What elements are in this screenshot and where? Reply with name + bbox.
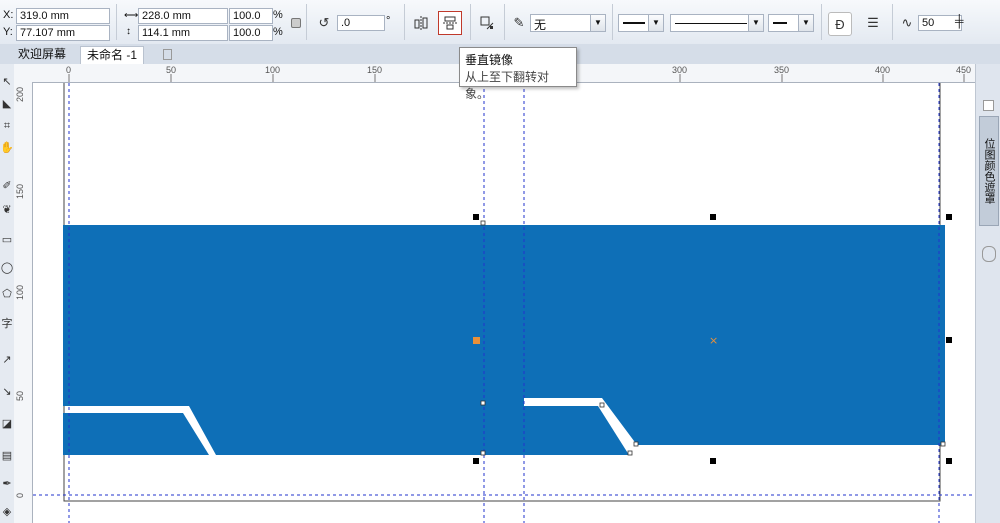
outline-width-value: 无 [534, 18, 547, 32]
wrap-text-button[interactable]: ☰ [862, 12, 884, 34]
text-tool-icon[interactable]: 字 [0, 316, 14, 332]
arrow-line-icon [623, 22, 645, 24]
ruler-tick-label: 0 [15, 492, 25, 498]
rectangle-tool-icon[interactable]: ▭ [0, 232, 14, 248]
right-blue-shape-lower [524, 406, 629, 455]
convert-to-curves-button[interactable] [476, 12, 498, 34]
height-icon: ↕ [126, 26, 131, 37]
ruler-tick-label: 350 [774, 65, 790, 75]
mirror-horizontal-button[interactable] [410, 12, 432, 34]
scale-x-field[interactable]: 100.0 [229, 8, 273, 24]
mirror-horizontal-icon [414, 16, 428, 30]
fill-tool-icon[interactable]: ◈ [0, 504, 14, 520]
mirror-vertical-icon [443, 16, 457, 30]
tooltip-title: 垂直镜像 [465, 53, 514, 67]
connector-tool-icon[interactable]: ↘ [0, 384, 14, 400]
separator [504, 4, 505, 40]
tooltip-description: 从上至下翻转对象。 [465, 70, 550, 101]
smoothing-value: 50 [922, 17, 935, 29]
drawing-canvas[interactable]: × [33, 83, 975, 523]
polygon-tool-icon[interactable]: ⬠ [0, 286, 14, 302]
rotation-field[interactable]: .0 [337, 15, 385, 31]
ellipse-tool-icon[interactable]: ◯ [0, 260, 14, 276]
lock-ratio-icon[interactable] [291, 18, 301, 28]
chevron-down-icon: ▼ [590, 15, 605, 31]
eyedropper-tool-icon[interactable]: ✒ [0, 476, 14, 492]
height-field[interactable]: 114.1 mm [138, 25, 228, 41]
mirror-vertical-button[interactable] [438, 11, 462, 35]
rotation-center-marker: × [709, 334, 718, 347]
ruler-tick-label: 50 [15, 390, 25, 401]
chevron-down-icon: ▼ [798, 15, 813, 31]
line-style-icon [675, 23, 747, 24]
separator [404, 4, 405, 40]
scale-y-field[interactable]: 100.0 [229, 25, 273, 41]
separator [821, 4, 822, 40]
freehand-tool-icon[interactable]: ✐ [0, 178, 14, 194]
crop-tool-icon[interactable]: ⌗ [0, 118, 14, 134]
wrap-text-icon: ☰ [867, 15, 879, 30]
close-path-icon: Ɖ [835, 16, 845, 32]
right-docker: 位图颜色遮罩 [975, 64, 1000, 523]
center-marker [473, 337, 480, 344]
ruler-tick-label: 150 [367, 65, 383, 75]
end-arrow-dropdown[interactable]: ▼ [768, 14, 814, 32]
property-bar: X: 319.0 mm Y: 77.107 mm ⟷ 228.0 mm ↕ 11… [0, 0, 1000, 45]
ruler-tick-label: 100 [15, 284, 25, 300]
pan-tool-icon[interactable]: ✋ [0, 140, 14, 156]
percent-label: % [273, 26, 283, 38]
degree-label: ° [386, 15, 391, 27]
new-tab-icon[interactable] [163, 49, 172, 60]
separator [892, 4, 893, 40]
arrow-line-icon [773, 22, 787, 24]
separator [116, 4, 117, 40]
docker-collapse-icon[interactable] [983, 100, 994, 111]
ruler-tick-label: 50 [166, 65, 177, 75]
vertical-ruler[interactable]: 200 150 100 50 0 [14, 82, 33, 523]
ruler-tick-label: 0 [66, 65, 72, 75]
y-label: Y: [3, 26, 13, 38]
start-arrow-dropdown[interactable]: ▼ [618, 14, 664, 32]
convert-curves-icon [480, 16, 494, 30]
separator [612, 4, 613, 40]
docker-info-icon[interactable] [982, 246, 996, 262]
ruler-tick-label: 150 [15, 183, 25, 199]
close-path-button[interactable]: Ɖ [828, 12, 852, 36]
interactive-tool-icon[interactable]: ◪ [0, 416, 14, 432]
width-icon: ⟷ [124, 10, 139, 21]
separator [470, 4, 471, 40]
x-label: X: [3, 9, 14, 21]
transparency-tool-icon[interactable]: ▤ [0, 448, 14, 464]
artistic-media-icon[interactable]: ❦ [0, 202, 14, 218]
canvas-artwork: × [33, 83, 975, 523]
ruler-tick-label: 100 [265, 65, 281, 75]
left-blue-shape-lower [63, 413, 209, 455]
shape-tool-icon[interactable]: ◣ [0, 96, 14, 112]
tooltip: 垂直镜像 从上至下翻转对象。 [459, 47, 577, 101]
x-position-field[interactable]: 319.0 mm [16, 8, 110, 24]
y-position-field[interactable]: 77.107 mm [16, 25, 110, 41]
ruler-tick-label: 200 [15, 86, 25, 102]
pick-tool-icon[interactable]: ↖ [0, 74, 14, 90]
ruler-tick-label: 400 [875, 65, 891, 75]
separator [306, 4, 307, 40]
chevron-down-icon: ▼ [648, 15, 663, 31]
slider-toggle-icon[interactable]: ╪ [955, 14, 964, 28]
ruler-tick-label: 450 [956, 65, 972, 75]
outline-pen-icon: ✎ [513, 15, 525, 30]
tab-welcome-screen[interactable]: 欢迎屏幕 [12, 46, 72, 63]
tab-bitmap-color-mask[interactable]: 位图颜色遮罩 [979, 116, 999, 226]
toolbox: ↖ ◣ ⌗ ✋ ✐ ❦ ▭ ◯ ⬠ 字 ↗ ↘ ◪ ▤ ✒ ◈ [0, 64, 15, 523]
width-field[interactable]: 228.0 mm [138, 8, 228, 24]
ruler-tick-label: 300 [672, 65, 688, 75]
outline-width-dropdown[interactable]: 无 ▼ [530, 14, 606, 32]
rotate-icon: ↺ [318, 15, 330, 30]
curve-smoothing-icon: ∿ [901, 15, 913, 30]
percent-label: % [273, 9, 283, 21]
dimension-tool-icon[interactable]: ↗ [0, 352, 14, 368]
tab-untitled-document[interactable]: 未命名 -1 [80, 46, 145, 64]
line-style-dropdown[interactable]: ▼ [670, 14, 764, 32]
chevron-down-icon: ▼ [748, 15, 763, 31]
